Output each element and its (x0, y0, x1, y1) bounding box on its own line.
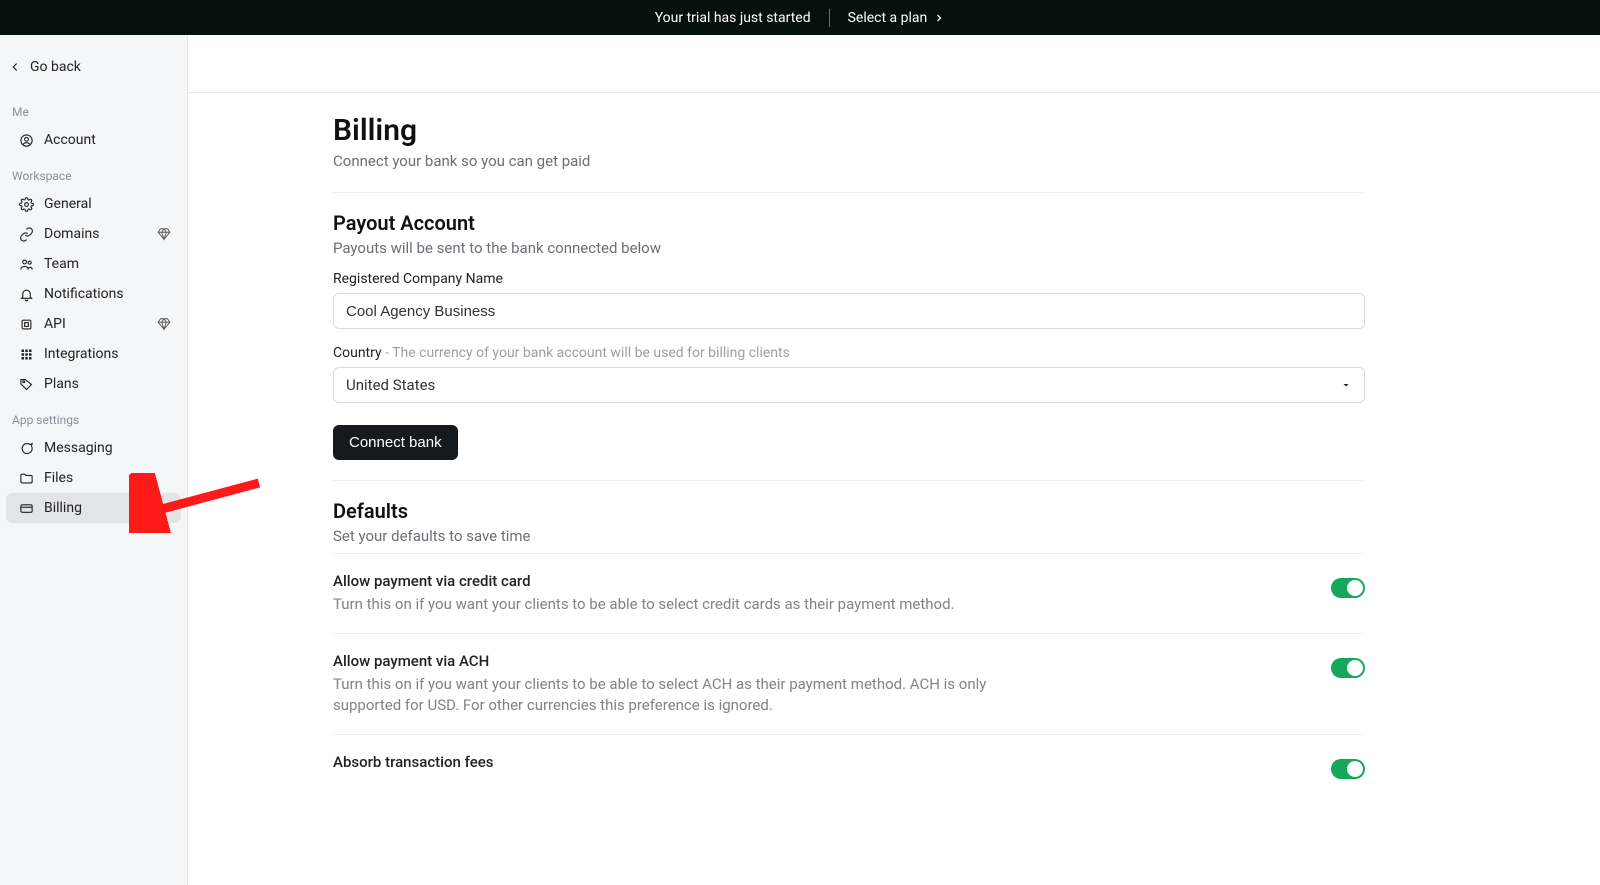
chevron-right-icon (933, 12, 945, 24)
gear-icon (18, 196, 34, 212)
main-content: Billing Connect your bank so you can get… (188, 35, 1600, 885)
go-back-link[interactable]: Go back (0, 43, 187, 91)
sidebar-item-account[interactable]: Account (6, 125, 181, 155)
chat-icon (18, 440, 34, 456)
section-app-label: App settings (0, 399, 187, 433)
user-circle-icon (18, 132, 34, 148)
setting-title: Absorb transaction fees (333, 753, 494, 771)
toggle-credit-card[interactable] (1331, 578, 1365, 598)
defaults-heading: Defaults (333, 499, 1365, 523)
sidebar-item-label: Integrations (44, 346, 118, 362)
country-value: United States (346, 376, 435, 394)
payout-sub: Payouts will be sent to the bank connect… (333, 239, 1365, 257)
tag-icon (18, 376, 34, 392)
setting-desc: Turn this on if you want your clients to… (333, 674, 1053, 716)
card-icon (18, 500, 34, 516)
sidebar-item-label: Team (44, 256, 79, 272)
connect-bank-button[interactable]: Connect bank (333, 425, 458, 460)
sidebar-item-label: Account (44, 132, 96, 148)
sidebar-item-label: Notifications (44, 286, 124, 302)
sidebar-item-team[interactable]: Team (6, 249, 181, 279)
country-select[interactable]: United States (333, 367, 1365, 403)
diamond-icon (157, 317, 171, 331)
sidebar-item-label: Billing (44, 500, 82, 516)
sidebar-item-plans[interactable]: Plans (6, 369, 181, 399)
go-back-label: Go back (30, 59, 81, 75)
sidebar-item-billing[interactable]: Billing (6, 493, 181, 523)
banner-divider (829, 9, 830, 27)
select-plan-label: Select a plan (848, 10, 928, 26)
caret-down-icon (1340, 379, 1352, 391)
grid-icon (18, 346, 34, 362)
setting-credit-card: Allow payment via credit card Turn this … (333, 554, 1365, 633)
users-icon (18, 256, 34, 272)
sidebar-item-api[interactable]: API (6, 309, 181, 339)
company-name-input[interactable] (333, 293, 1365, 329)
trial-banner: Your trial has just started Select a pla… (0, 0, 1600, 35)
defaults-sub: Set your defaults to save time (333, 527, 1365, 545)
trial-text: Your trial has just started (655, 10, 811, 26)
page-subtitle: Connect your bank so you can get paid (333, 152, 1365, 170)
setting-title: Allow payment via credit card (333, 572, 955, 590)
sidebar-item-label: General (44, 196, 92, 212)
setting-absorb-fees: Absorb transaction fees (333, 735, 1365, 779)
company-name-label: Registered Company Name (333, 271, 1365, 287)
sidebar: Go back Me Account Workspace General Dom… (0, 35, 188, 885)
sidebar-item-label: Plans (44, 376, 79, 392)
sidebar-item-label: Messaging (44, 440, 113, 456)
bell-icon (18, 286, 34, 302)
payout-section: Payout Account Payouts will be sent to t… (333, 193, 1365, 480)
toggle-ach[interactable] (1331, 658, 1365, 678)
sidebar-item-label: Files (44, 470, 73, 486)
sidebar-item-notifications[interactable]: Notifications (6, 279, 181, 309)
sidebar-item-files[interactable]: Files (6, 463, 181, 493)
toggle-absorb-fees[interactable] (1331, 759, 1365, 779)
country-label: Country - The currency of your bank acco… (333, 345, 1365, 361)
page-title: Billing (333, 113, 1365, 148)
sidebar-item-general[interactable]: General (6, 189, 181, 219)
sidebar-item-domains[interactable]: Domains (6, 219, 181, 249)
topbar (188, 35, 1600, 93)
select-plan-link[interactable]: Select a plan (848, 10, 946, 26)
setting-desc: Turn this on if you want your clients to… (333, 594, 955, 615)
setting-ach: Allow payment via ACH Turn this on if yo… (333, 634, 1365, 734)
setting-title: Allow payment via ACH (333, 652, 1053, 670)
cube-icon (18, 316, 34, 332)
diamond-icon (157, 227, 171, 241)
country-hint: - The currency of your bank account will… (382, 345, 790, 361)
section-workspace-label: Workspace (0, 155, 187, 189)
section-me-label: Me (0, 91, 187, 125)
sidebar-item-label: Domains (44, 226, 99, 242)
link-icon (18, 226, 34, 242)
country-label-text: Country (333, 345, 382, 361)
folder-icon (18, 470, 34, 486)
sidebar-item-messaging[interactable]: Messaging (6, 433, 181, 463)
payout-heading: Payout Account (333, 211, 1365, 235)
sidebar-item-integrations[interactable]: Integrations (6, 339, 181, 369)
chevron-left-icon (8, 60, 22, 74)
defaults-section: Defaults Set your defaults to save time (333, 481, 1365, 545)
sidebar-item-label: API (44, 316, 66, 332)
